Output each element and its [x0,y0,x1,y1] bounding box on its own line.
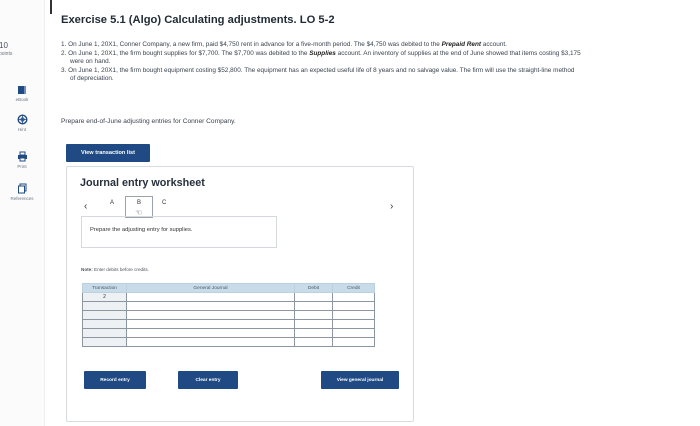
instruction-item: 3. On June 1, 20X1, the firm bought equi… [61,67,581,84]
sidebar-item-label: References [10,196,34,201]
tab-c[interactable]: C [162,200,166,206]
journal-table: Transaction General Journal Debit Credit… [82,283,375,347]
table-row [82,319,375,329]
debit-cell[interactable] [294,319,333,329]
instruction-item: 2. On June 1, 20X1, the firm bought supp… [61,50,581,67]
journal-entry-worksheet: Journal entry worksheet ‹ A B ☜ C › Prep… [66,166,414,422]
account-cell[interactable] [126,310,295,320]
table-row [82,328,375,338]
view-general-journal-button[interactable]: View general journal [321,371,399,389]
page-title: Exercise 5.1 (Algo) Calculating adjustme… [61,14,335,26]
account-cell[interactable] [126,328,295,338]
debit-cell[interactable] [294,310,333,320]
entry-instruction-box: Prepare the adjusting entry for supplies… [81,216,277,248]
sidebar-item-print[interactable]: Print [0,151,44,169]
top-bar [0,0,700,14]
transaction-cell [82,319,127,329]
clear-entry-button[interactable]: Clear entry [178,371,238,389]
table-header-row: Transaction General Journal Debit Credit [82,283,375,293]
column-header-transaction: Transaction [82,283,127,293]
tab-b[interactable]: B ☜ [125,196,153,218]
transaction-cell [82,301,127,311]
transaction-cell [82,337,127,347]
sidebar: 10 points eBook Hint Print References [0,0,45,426]
table-row [82,337,375,347]
debit-cell[interactable] [294,292,333,302]
sidebar-item-label: Print [17,164,27,169]
transaction-cell [82,328,127,338]
worksheet-title: Journal entry worksheet [80,177,205,189]
note: Note: Enter debits before credits. [81,267,149,272]
table-row [82,310,375,320]
tab-a[interactable]: A [110,200,114,206]
credit-cell[interactable] [332,292,375,302]
entry-instruction: Prepare the adjusting entry for supplies… [90,227,193,233]
sidebar-item-ebook[interactable]: eBook [0,85,44,102]
record-entry-button[interactable]: Record entry [84,371,146,389]
instruction-item: 1. On June 1, 20X1, Conner Company, a ne… [61,41,581,50]
instruction-text: 2. On June 1, 20X1, the firm bought supp… [61,49,310,57]
debit-cell[interactable] [294,337,333,347]
sidebar-item-references[interactable]: References [0,183,44,201]
lifebuoy-icon [16,114,28,125]
task-prompt: Prepare end-of-June adjusting entries fo… [61,118,236,125]
note-text: Enter debits before credits. [94,267,149,272]
instruction-text: 1. On June 1, 20X1, Conner Company, a ne… [61,41,442,48]
note-prefix: Note: [81,267,93,272]
credit-cell[interactable] [332,337,375,347]
score-unit: points [0,51,13,57]
next-arrow-icon[interactable]: › [390,201,393,212]
credit-cell[interactable] [332,319,375,329]
top-divider [50,0,52,14]
book-icon [18,86,26,94]
column-header-debit: Debit [294,283,333,293]
account-cell[interactable] [126,292,295,302]
table-row [82,301,375,311]
sidebar-item-label: eBook [15,97,29,102]
table-row: 2 [82,292,375,302]
instruction-text: 3. On June 1, 20X1, the firm bought equi… [61,66,575,83]
sidebar-item-hint[interactable]: Hint [0,114,44,132]
credit-cell[interactable] [332,301,375,311]
column-header-credit: Credit [332,283,375,293]
instruction-account-name: Prepaid Rent [441,41,482,48]
column-header-general-journal: General Journal [126,283,295,293]
view-transaction-list-button[interactable]: View transaction list [66,144,150,162]
credit-cell[interactable] [332,310,375,320]
sidebar-item-label: Hint [17,127,26,132]
score-value: 10 [0,41,8,50]
instruction-account-name: Supplies [309,49,336,57]
instruction-text: account. [481,41,507,48]
prev-arrow-icon[interactable]: ‹ [84,201,87,212]
debit-cell[interactable] [294,301,333,311]
account-cell[interactable] [126,319,295,329]
transaction-cell: 2 [82,292,127,302]
account-cell[interactable] [126,301,295,311]
document-icon [17,183,26,194]
debit-cell[interactable] [294,328,333,338]
printer-icon [17,151,27,162]
account-cell[interactable] [126,337,295,347]
exercise-instructions: 1. On June 1, 20X1, Conner Company, a ne… [61,41,581,84]
tab-label: B [137,200,142,206]
transaction-cell [82,310,127,320]
score: 10 points [0,41,12,59]
credit-cell[interactable] [332,328,375,338]
